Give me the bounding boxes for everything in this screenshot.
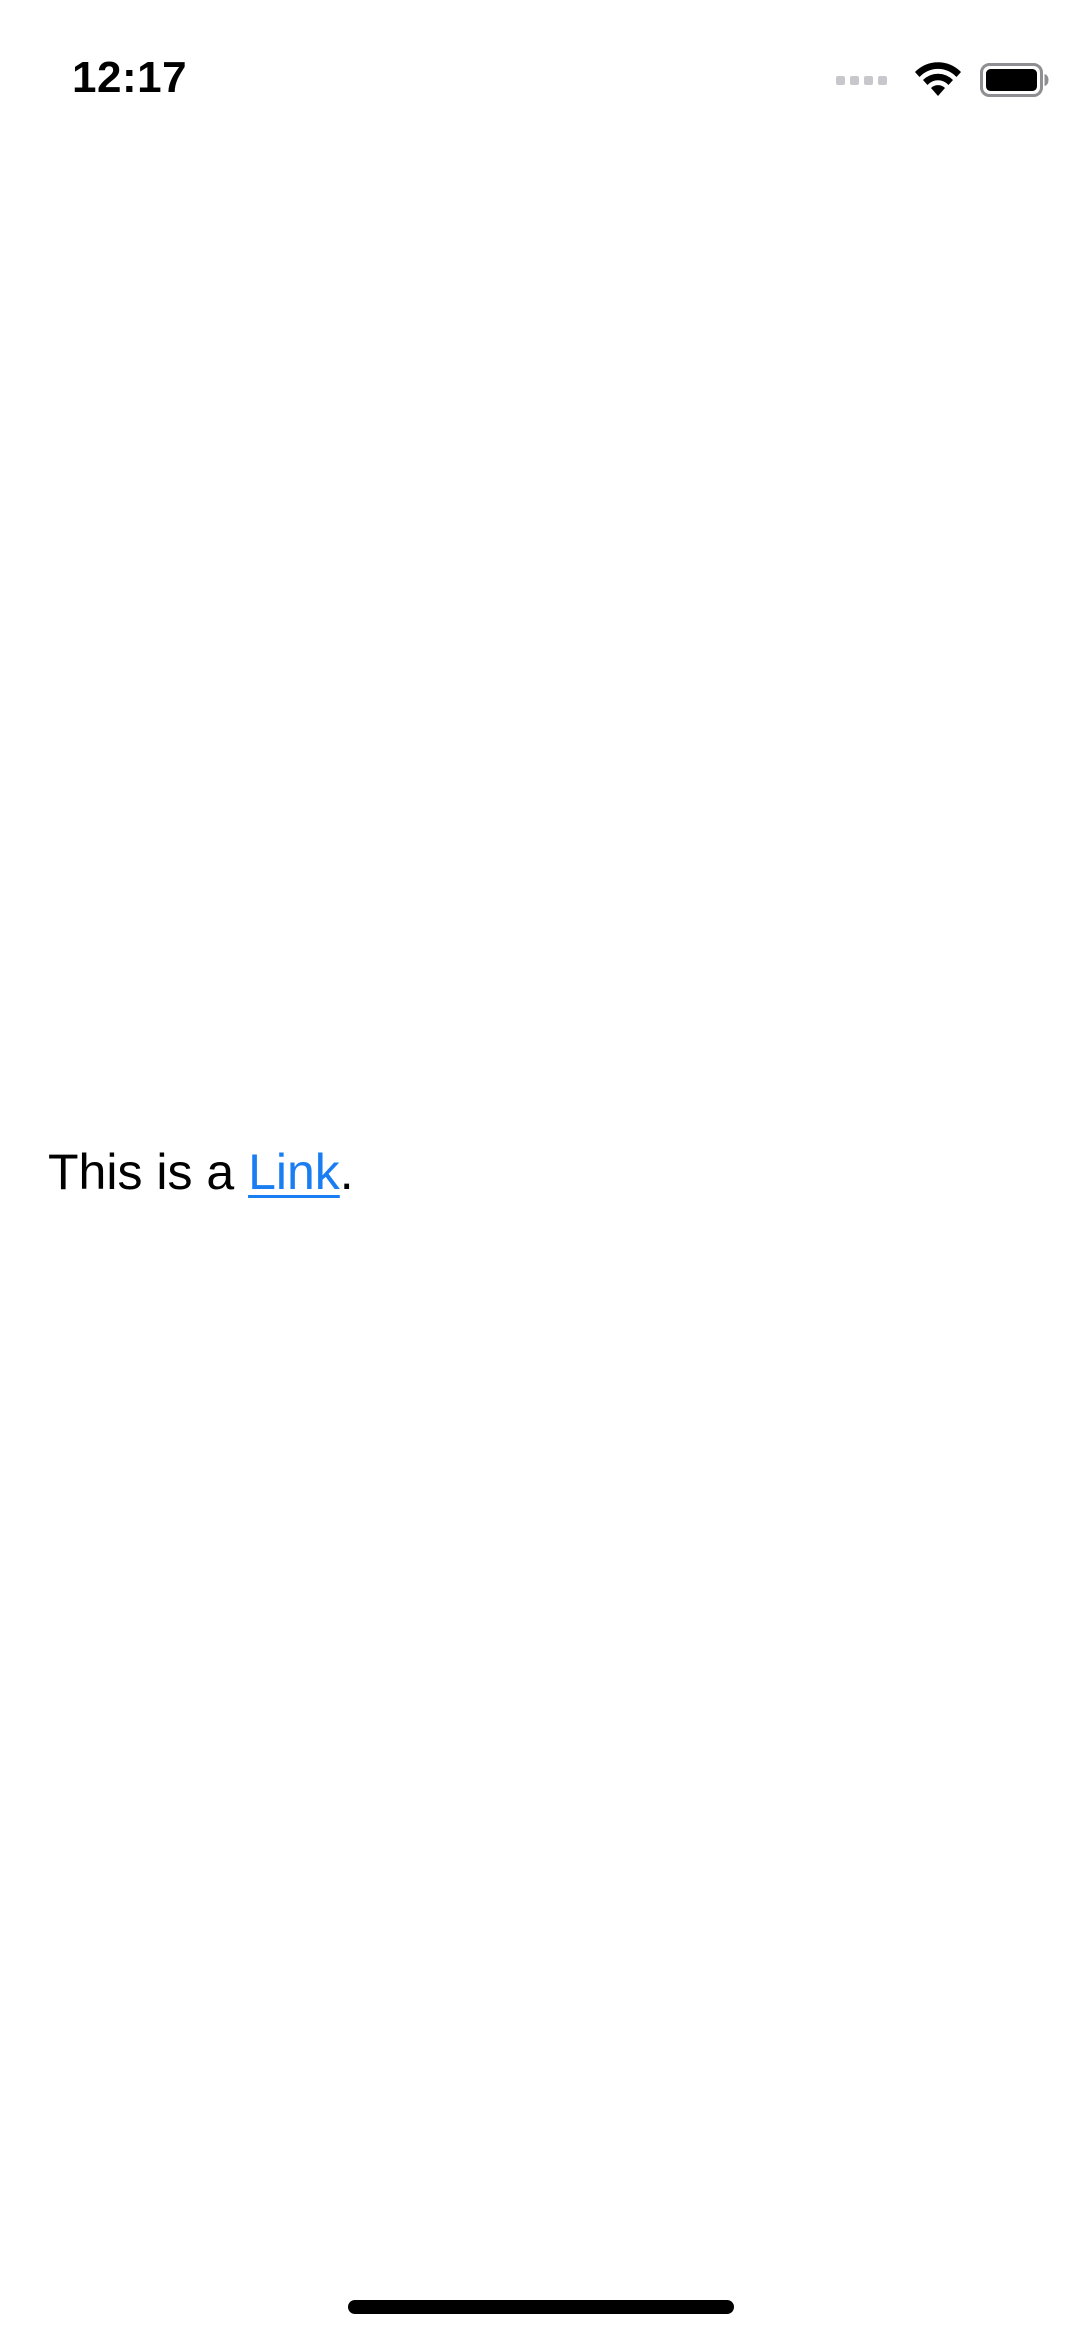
wifi-icon [915, 62, 961, 96]
battery-icon [980, 63, 1049, 97]
status-bar: 12:17 [0, 0, 1080, 150]
signal-icon [836, 75, 892, 85]
body-text: This is a Link. [48, 1142, 354, 1202]
body-text-suffix: . [339, 1144, 354, 1200]
body-text-prefix: This is a [48, 1144, 249, 1200]
status-icons [836, 58, 1050, 102]
link[interactable]: Link [248, 1144, 340, 1200]
home-indicator[interactable] [348, 2300, 734, 2314]
status-time: 12:17 [72, 53, 188, 102]
